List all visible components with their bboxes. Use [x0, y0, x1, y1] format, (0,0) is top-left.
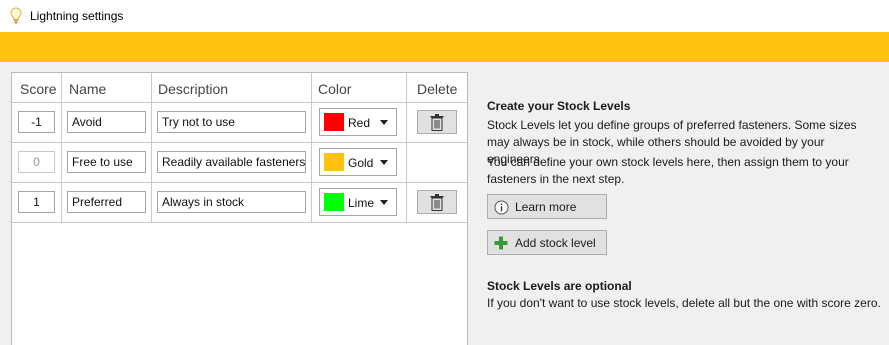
row-divider	[12, 182, 467, 183]
optional-text: If you don't want to use stock levels, d…	[487, 296, 881, 310]
delete-button[interactable]	[417, 190, 457, 214]
color-label: Lime	[348, 196, 375, 210]
column-divider	[151, 73, 152, 223]
color-swatch	[324, 113, 344, 131]
plus-icon	[494, 236, 508, 250]
add-stock-level-button[interactable]: Add stock level	[487, 230, 607, 255]
accent-bar	[0, 32, 889, 62]
delete-button[interactable]	[417, 110, 457, 134]
info-icon	[494, 200, 509, 215]
color-label: Gold	[348, 156, 374, 170]
column-divider	[61, 73, 62, 223]
header-score: Score	[20, 81, 57, 97]
color-dropdown[interactable]: Gold	[319, 148, 397, 176]
score-input[interactable]: 1	[18, 191, 55, 213]
header-color: Color	[318, 81, 352, 97]
title-bar: Lightning settings	[0, 0, 889, 32]
score-input: 0	[18, 151, 55, 173]
name-input[interactable]: Avoid	[67, 111, 146, 133]
chevron-down-icon	[380, 160, 388, 165]
color-label: Red	[348, 116, 371, 130]
window-title: Lightning settings	[30, 9, 124, 23]
color-swatch	[324, 193, 344, 211]
chevron-down-icon	[380, 200, 388, 205]
color-dropdown[interactable]: Red	[319, 108, 397, 136]
chevron-down-icon	[380, 120, 388, 125]
name-input[interactable]: Preferred	[67, 191, 146, 213]
stock-levels-table: Score Name Description Color Delete -1 A…	[11, 72, 468, 345]
description-input[interactable]: Readily available fasteners	[157, 151, 306, 173]
description-input[interactable]: Try not to use	[157, 111, 306, 133]
info-paragraph: You can define your own stock levels her…	[487, 155, 849, 186]
header-description: Description	[158, 81, 229, 97]
row-divider	[12, 222, 467, 223]
optional-heading: Stock Levels are optional	[487, 279, 632, 293]
add-stock-level-label: Add stock level	[515, 236, 596, 250]
score-input[interactable]: -1	[18, 111, 55, 133]
learn-more-button[interactable]: Learn more	[487, 194, 607, 219]
column-divider	[406, 73, 407, 223]
learn-more-label: Learn more	[515, 200, 577, 214]
row-divider	[12, 102, 467, 103]
row-divider	[12, 142, 467, 143]
description-input[interactable]: Always in stock	[157, 191, 306, 213]
column-divider	[311, 73, 312, 223]
color-swatch	[324, 153, 344, 171]
name-input[interactable]: Free to use	[67, 151, 146, 173]
lightbulb-icon	[10, 7, 22, 24]
trash-icon	[430, 194, 444, 211]
header-delete: Delete	[417, 81, 458, 97]
header-name: Name	[69, 81, 107, 97]
trash-icon	[430, 114, 444, 131]
info-heading: Create your Stock Levels	[487, 99, 631, 113]
color-dropdown[interactable]: Lime	[319, 188, 397, 216]
